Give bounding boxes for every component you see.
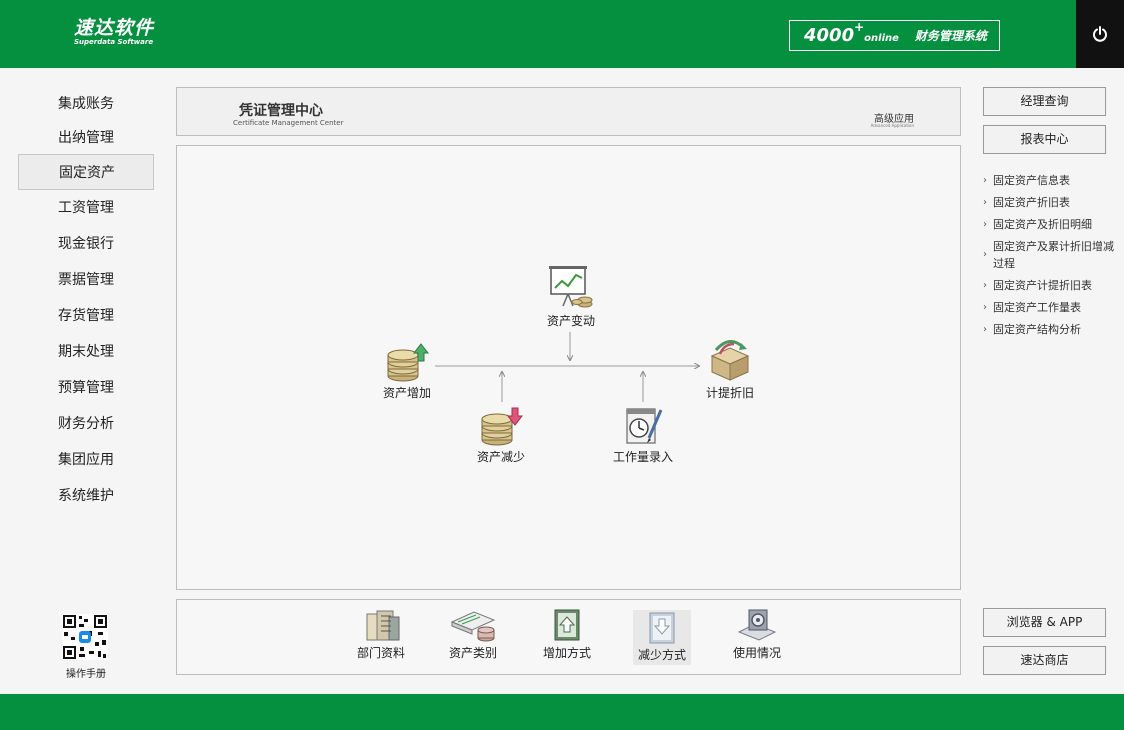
center-title-bar: 凭证管理中心 Certificate Management Center 高级应… [176,87,961,136]
chevron-right-icon: › [983,175,987,186]
tool-usage-label: 使用情况 [732,646,781,660]
bottom-toolbar: 部门资料 资产类别 增加方式 减少方式 使用情况 [176,599,961,675]
manager-query-button[interactable]: 经理查询 [983,87,1106,116]
logo-text: 速达软件 [74,17,155,39]
coins-down-icon [481,407,523,446]
reduce-method-icon [649,612,675,644]
header-bar: 速达软件 Superdata Software 4000 + online 财务… [0,0,1124,68]
flow-node-asset-decrease[interactable]: 资产减少 [469,406,533,465]
company-logo: 速达软件 Superdata Software [74,18,154,47]
nav-item-fixed-assets[interactable]: 固定资产 [18,154,154,190]
usage-icon [737,609,777,641]
flow-node-workload-entry[interactable]: 工作量录入 [605,406,681,465]
brand-number: 4000 [804,25,855,46]
report-center-button[interactable]: 报表中心 [983,125,1106,154]
chevron-right-icon: › [983,324,987,335]
qr-code-icon[interactable] [62,614,108,660]
report-link[interactable]: › 固定资产工作量表 [983,299,1124,316]
nav-item-cashier[interactable]: 出纳管理 [18,122,154,154]
brand-plus: + [854,19,865,34]
tool-department-label: 部门资料 [356,646,405,660]
report-link-label: 固定资产工作量表 [993,301,1081,314]
power-icon [1093,26,1107,42]
chevron-right-icon: › [983,280,987,291]
nav-item-inventory[interactable]: 存货管理 [18,298,154,334]
flow-connectors [435,332,962,402]
nav-item-cash-bank[interactable]: 现金银行 [18,226,154,262]
advanced-app-subtext: Advanced Application [870,123,914,128]
tool-add-method[interactable]: 增加方式 [539,608,595,661]
coins-up-icon [387,343,429,382]
nav-item-budget[interactable]: 预算管理 [18,370,154,406]
logo-subtext: Superdata Software [74,38,154,46]
tool-asset-category[interactable]: 资产类别 [445,608,501,661]
brand-online: online [864,33,899,44]
report-list: › 固定资产信息表 › 固定资产折旧表 › 固定资产及折旧明细 › 固定资产及累计折旧增… [983,172,1124,343]
tool-reduce-method-label: 减少方式 [637,648,686,662]
tool-add-method-label: 增加方式 [542,646,591,660]
report-link[interactable]: › 固定资产及折旧明细 [983,216,1124,233]
asset-decrease-label: 资产减少 [476,450,525,464]
asset-category-icon [450,611,496,642]
tool-usage[interactable]: 使用情况 [729,608,785,661]
chevron-right-icon: › [983,219,987,230]
center-subtitle: Certificate Management Center [233,119,344,127]
tool-reduce-method[interactable]: 减少方式 [633,610,691,665]
clipboard-clock-icon [626,408,663,444]
nav-item-payroll[interactable]: 工资管理 [18,190,154,226]
nav-item-system-maintenance[interactable]: 系统维护 [18,478,154,514]
flow-node-asset-change[interactable]: 资产变动 [541,264,601,329]
footer-bar [0,694,1124,730]
report-link[interactable]: › 固定资产结构分析 [983,321,1124,338]
chevron-right-icon: › [983,302,987,313]
report-link[interactable]: › 固定资产及累计折旧增减过程 [983,238,1124,272]
nav-item-financial-analysis[interactable]: 财务分析 [18,406,154,442]
nav-item-bills[interactable]: 票据管理 [18,262,154,298]
browser-app-button[interactable]: 浏览器 & APP [983,608,1106,637]
nav-item-period-end[interactable]: 期末处理 [18,334,154,370]
system-name: 财务管理系统 [914,29,987,43]
center-title: 凭证管理中心 [239,103,323,119]
box-cycle-icon [710,340,750,381]
report-link-label: 固定资产信息表 [993,174,1070,187]
module-nav: 集成账务 出纳管理 固定资产 工资管理 现金银行 票据管理 存货管理 期末处理 … [18,86,154,514]
chevron-right-icon: › [983,249,987,260]
workload-entry-label: 工作量录入 [612,450,673,464]
flow-node-asset-increase[interactable]: 资产增加 [377,342,437,401]
report-link-label: 固定资产折旧表 [993,196,1070,209]
depreciation-label: 计提折旧 [705,386,754,400]
report-link-label: 固定资产及折旧明细 [993,218,1092,231]
report-link[interactable]: › 固定资产信息表 [983,172,1124,189]
department-icon [366,610,400,641]
chevron-right-icon: › [983,197,987,208]
power-button[interactable] [1076,0,1124,68]
report-link[interactable]: › 固定资产折旧表 [983,194,1124,211]
asset-increase-label: 资产增加 [382,386,431,400]
chart-board-icon [549,266,593,308]
store-button[interactable]: 速达商店 [983,646,1106,675]
tool-asset-category-label: 资产类别 [448,646,497,660]
report-link-label: 固定资产结构分析 [993,323,1081,336]
report-link-label: 固定资产及累计折旧增减过程 [993,240,1114,270]
report-link[interactable]: › 固定资产计提折旧表 [983,277,1124,294]
nav-item-group-app[interactable]: 集团应用 [18,442,154,478]
flow-panel: 资产变动 资产增加 资产减少 工作量录入 计提折旧 [176,145,961,590]
asset-change-label: 资产变动 [546,314,595,328]
tool-department[interactable]: 部门资料 [353,608,409,661]
add-method-icon [554,609,580,641]
manual-label[interactable]: 操作手册 [56,665,116,680]
system-title-box: 4000 + online 财务管理系统 [789,20,1000,51]
nav-item-integrated-accounts[interactable]: 集成账务 [18,86,154,122]
report-link-label: 固定资产计提折旧表 [993,279,1092,292]
flow-node-depreciation[interactable]: 计提折旧 [699,336,761,401]
